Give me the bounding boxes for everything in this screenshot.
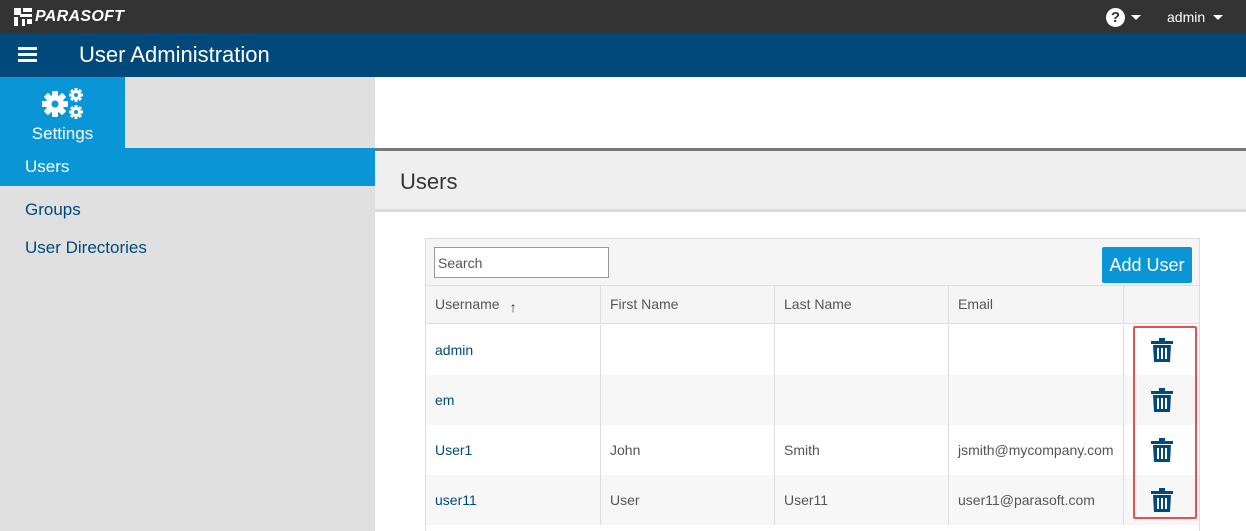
search-input[interactable] <box>434 247 609 278</box>
cell-email: user11@parasoft.com <box>949 475 1124 525</box>
page-title: User Administration <box>79 42 270 67</box>
cell-last-name <box>775 325 949 375</box>
settings-tile[interactable]: Settings <box>0 77 125 148</box>
user-name: admin <box>1167 9 1206 25</box>
settings-label: Settings <box>31 124 94 143</box>
add-user-button[interactable]: Add User <box>1102 247 1192 283</box>
table-row: em <box>426 375 1199 425</box>
trash-icon[interactable] <box>1151 388 1173 412</box>
parasoft-logo: PARASOFT <box>14 8 124 26</box>
cell-first-name: John <box>601 425 775 475</box>
chevron-down-icon <box>1131 15 1141 20</box>
table-row: user11 User User11 user11@parasoft.com <box>426 475 1199 525</box>
sidebar: Settings Users Groups User Directories <box>0 77 375 531</box>
column-header-first-name[interactable]: First Name <box>601 286 775 324</box>
help-menu[interactable]: ? <box>1106 8 1141 27</box>
question-circle-icon[interactable]: ? <box>1106 8 1125 27</box>
cell-username[interactable]: User1 <box>426 425 601 475</box>
cell-username[interactable]: admin <box>426 325 601 375</box>
cell-last-name: Smith <box>775 425 949 475</box>
table-header: Username ↑ First Name Last Name Email <box>426 286 1199 324</box>
trash-icon[interactable] <box>1151 338 1173 362</box>
chevron-down-icon <box>1213 14 1224 20</box>
cell-email <box>949 325 1124 375</box>
logo-text: PARASOFT <box>35 8 125 25</box>
users-table: Add User Username ↑ First Name Last Name … <box>425 238 1200 531</box>
user-menu[interactable]: admin <box>1167 9 1224 25</box>
sidebar-item-user-directories[interactable]: User Directories <box>0 229 375 267</box>
table-toolbar: Add User <box>426 239 1199 286</box>
parasoft-logo-mark-icon <box>14 8 32 26</box>
title-bar: User Administration <box>0 33 1246 77</box>
table-row: User1 John Smith jsmith@mycompany.com <box>426 425 1199 475</box>
sidebar-item-users[interactable]: Users <box>0 148 375 186</box>
top-bar: PARASOFT ? admin <box>0 0 1246 33</box>
cell-username[interactable]: em <box>426 375 601 425</box>
column-header-email[interactable]: Email <box>949 286 1124 324</box>
section-title: Users <box>400 169 458 194</box>
column-header-last-name[interactable]: Last Name <box>775 286 949 324</box>
column-header-label: Username <box>435 296 500 312</box>
cell-last-name <box>775 375 949 425</box>
section-header: Users <box>375 148 1246 212</box>
cell-first-name <box>601 325 775 375</box>
sidebar-item-groups[interactable]: Groups <box>0 191 375 229</box>
cell-email <box>949 375 1124 425</box>
cell-email: jsmith@mycompany.com <box>949 425 1124 475</box>
gears-icon <box>42 88 83 119</box>
cell-first-name: User <box>601 475 775 525</box>
cell-last-name: User11 <box>775 475 949 525</box>
hamburger-icon[interactable] <box>18 47 37 63</box>
column-header-username[interactable]: Username ↑ <box>426 286 601 324</box>
arrow-up-icon: ↑ <box>509 299 517 315</box>
cell-username[interactable]: user11 <box>426 475 601 525</box>
cell-first-name <box>601 375 775 425</box>
trash-icon[interactable] <box>1151 438 1173 462</box>
table-row: admin <box>426 325 1199 375</box>
trash-icon[interactable] <box>1151 488 1173 512</box>
content-header-area <box>375 77 1246 148</box>
column-header-actions <box>1124 286 1199 324</box>
